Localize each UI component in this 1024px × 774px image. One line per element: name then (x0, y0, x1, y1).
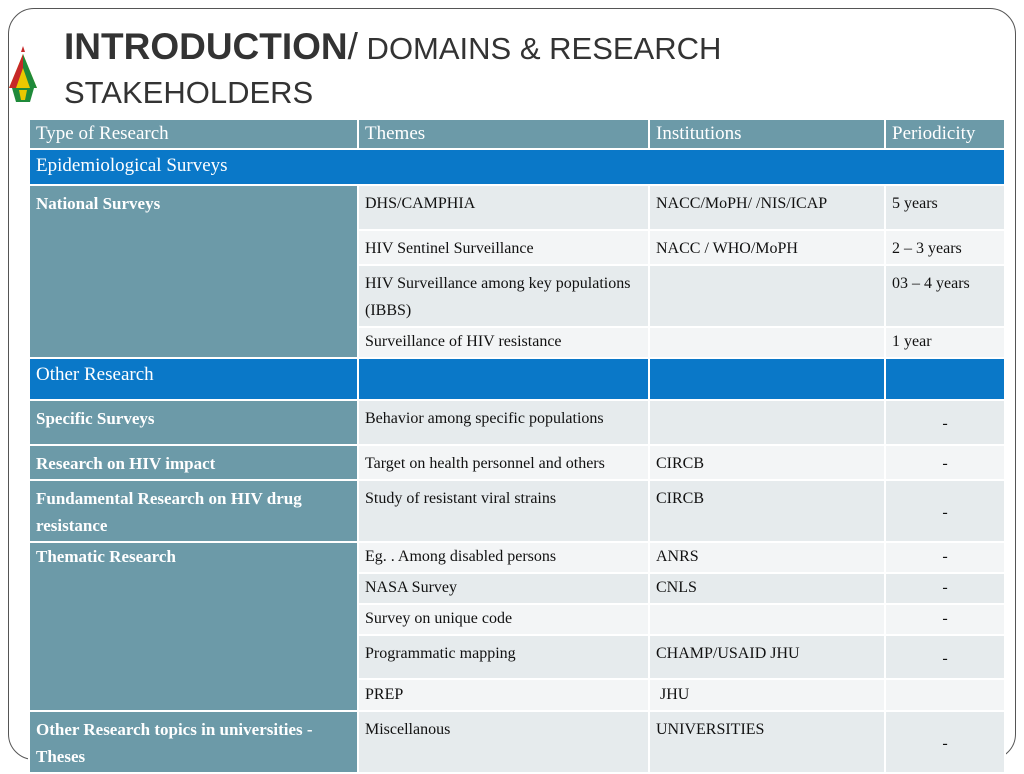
theme-cell: HIV Sentinel Surveillance (357, 229, 650, 266)
periodicity-cell: 03 – 4 years (884, 264, 1006, 328)
institution-cell (648, 264, 886, 328)
table-row: Fundamental Research on HIV drug resista… (28, 479, 1006, 543)
table-row: Thematic Research Eg. . Among disabled p… (28, 541, 1006, 712)
institution-cell (648, 326, 886, 359)
title-line2: STAKEHOLDERS (64, 75, 314, 110)
theme-cell: Miscellanous (357, 710, 650, 774)
periodicity-cell: - (884, 444, 1006, 481)
header-periodicity: Periodicity (884, 118, 1006, 150)
theme-cell: Programmatic mapping (357, 634, 650, 680)
slide-title: INTRODUCTION/ DOMAINS & RESEARCH STAKEHO… (64, 24, 721, 116)
table-row: Research on HIV impact Target on health … (28, 444, 1006, 481)
type-thematic-research: Thematic Research (28, 541, 359, 712)
periodicity-cell: - (884, 479, 1006, 543)
institution-cell: CHAMP/USAID JHU (648, 634, 886, 680)
header-row: Type of Research Themes Institutions Per… (28, 118, 1006, 150)
type-fundamental-research: Fundamental Research on HIV drug resista… (28, 479, 359, 543)
type-universities-theses: Other Research topics in universities - … (28, 710, 359, 774)
institution-cell: JHU (648, 678, 886, 712)
section-band-cell (648, 357, 886, 401)
section-other-research: Other Research (28, 357, 359, 401)
header-themes: Themes (357, 118, 650, 150)
type-national-surveys: National Surveys (28, 184, 359, 359)
theme-cell: Study of resistant viral strains (357, 479, 650, 543)
institution-cell: NACC/MoPH/ /NIS/ICAP (648, 184, 886, 231)
periodicity-cell: 5 years (884, 184, 1006, 231)
periodicity-cell: 2 – 3 years (884, 229, 1006, 266)
institution-cell: ANRS (648, 541, 886, 574)
section-band-cell (357, 357, 650, 401)
institution-cell (648, 603, 886, 636)
section-epidemiological-surveys: Epidemiological Surveys (28, 148, 1006, 186)
section-band-cell (884, 357, 1006, 401)
title-main: INTRODUCTION (64, 26, 348, 67)
type-hiv-impact: Research on HIV impact (28, 444, 359, 481)
theme-cell: Surveillance of HIV resistance (357, 326, 650, 359)
periodicity-cell: - (884, 399, 1006, 446)
institution-cell: NACC / WHO/MoPH (648, 229, 886, 266)
theme-cell: Eg. . Among disabled persons (357, 541, 650, 574)
periodicity-cell: - (884, 710, 1006, 774)
theme-cell: Survey on unique code (357, 603, 650, 636)
periodicity-cell (884, 678, 1006, 712)
institution-cell (648, 399, 886, 446)
theme-cell: NASA Survey (357, 572, 650, 605)
institution-cell: CNLS (648, 572, 886, 605)
table-row: Other Research topics in universities - … (28, 710, 1006, 774)
institution-cell: UNIVERSITIES (648, 710, 886, 774)
periodicity-cell: - (884, 634, 1006, 680)
theme-cell: HIV Surveillance among key populations (… (357, 264, 650, 328)
header-type: Type of Research (28, 118, 359, 150)
institution-cell: CIRCB (648, 479, 886, 543)
periodicity-cell: - (884, 541, 1006, 574)
periodicity-cell: 1 year (884, 326, 1006, 359)
theme-cell: DHS/CAMPHIA (357, 184, 650, 231)
theme-cell: Target on health personnel and others (357, 444, 650, 481)
header-institutions: Institutions (648, 118, 886, 150)
section-row-epidemiological: Epidemiological Surveys (28, 148, 1006, 186)
type-specific-surveys: Specific Surveys (28, 399, 359, 446)
theme-cell: Behavior among specific populations (357, 399, 650, 446)
periodicity-cell: - (884, 572, 1006, 605)
theme-cell: PREP (357, 678, 650, 712)
table-row: Specific Surveys Behavior among specific… (28, 399, 1006, 446)
periodicity-cell: - (884, 603, 1006, 636)
table-row: National Surveys DHS/CAMPHIA NACC/MoPH/ … (28, 184, 1006, 359)
title-rest: DOMAINS & RESEARCH (357, 31, 722, 66)
research-table: Type of Research Themes Institutions Per… (28, 118, 1006, 774)
institution-cell: CIRCB (648, 444, 886, 481)
logo-icon (9, 46, 37, 102)
title-slash: / (347, 26, 358, 67)
section-row-other: Other Research (28, 357, 1006, 401)
